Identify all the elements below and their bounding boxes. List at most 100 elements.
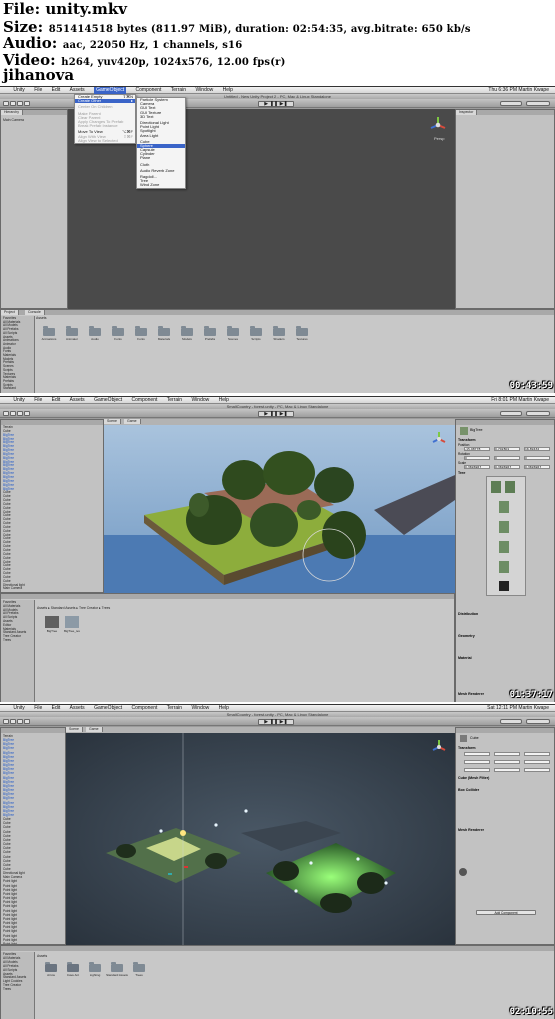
menu-gameobject[interactable]: GameObject [94,87,127,94]
scale-tool-button[interactable] [24,101,30,106]
folder-icon[interactable] [135,326,147,336]
inspector-section-transform[interactable]: Transform [458,438,476,442]
inspector-object-name[interactable]: Cube [470,736,479,740]
folder-icon[interactable] [112,326,124,336]
list-item[interactable]: Trees [3,987,26,992]
menu-item-align-view-to-selected[interactable]: Align View to Selected [75,138,135,143]
folder-icon[interactable] [89,326,101,336]
folder-icon[interactable] [296,326,308,336]
tree-node-icon[interactable] [499,521,509,533]
menu-unity[interactable]: Unity [13,87,24,94]
hand-tool-button[interactable] [3,101,9,106]
menu-component[interactable]: Component [132,705,158,712]
rotate-tool-button[interactable] [17,719,23,724]
tree-node-icon[interactable] [499,541,509,553]
menu-edit[interactable]: Edit [52,705,61,712]
inspector-section-mesh-renderer[interactable]: Mesh Renderer [458,828,484,832]
menu-assets[interactable]: Assets [70,705,85,712]
list-item[interactable]: Trees [3,638,26,643]
layers-dropdown[interactable] [500,719,522,724]
rot-z-field[interactable] [524,760,550,764]
inspector-section-mesh-renderer[interactable]: Mesh Renderer [458,692,484,696]
menu-unity[interactable]: Unity [13,705,24,712]
rotate-tool-button[interactable] [17,101,23,106]
menu-help[interactable]: Help [223,87,233,94]
menu-file[interactable]: File [34,705,42,712]
tree-node-icon[interactable] [499,501,509,513]
inspector-section-box-collider[interactable]: Box Collider [458,788,479,792]
folder-icon[interactable] [250,326,262,336]
breadcrumb-item[interactable]: Trees [102,606,111,610]
inspector-section-geometry[interactable]: Geometry [458,634,475,638]
menu-help[interactable]: Help [219,705,229,712]
list-item[interactable]: Standard [3,387,20,391]
scene-viewport[interactable]: Scene Game [104,419,455,593]
pos-z-field[interactable]: 16.89432 [524,447,550,451]
tab-game[interactable]: Game [124,419,141,424]
menu-help[interactable]: Help [219,397,229,404]
menu-file[interactable]: File [34,87,42,94]
rot-y-field[interactable]: 0 [494,456,520,460]
scale-tool-button[interactable] [24,411,30,416]
menu-gameobject[interactable]: GameObject [94,705,122,712]
tab-scene[interactable]: Scene [66,727,83,732]
inspector-object-name[interactable]: BigTree [470,428,482,432]
folder-icon[interactable] [133,962,145,972]
folder-icon[interactable] [89,962,101,972]
menu-gameobject[interactable]: GameObject [94,397,122,404]
scale-x-field[interactable] [464,768,490,772]
folder-icon[interactable] [66,326,78,336]
tree-node-icon[interactable] [499,561,509,573]
menu-window[interactable]: Window [191,705,209,712]
submenu-item-wind-zone[interactable]: Wind Zone [137,183,185,187]
project-tree-list[interactable]: Favorites All Materials All Models All Pref… [3,952,26,992]
unity-asset-icon[interactable] [45,962,57,972]
layout-dropdown[interactable] [526,719,550,724]
menu-terrain[interactable]: Terrain [167,397,182,404]
folder-icon[interactable] [204,326,216,336]
inspector-section-transform[interactable]: Transform [458,746,476,750]
point-light-icon[interactable] [244,809,248,813]
tree-node-icon[interactable] [505,481,515,493]
folder-icon[interactable] [273,326,285,336]
menu-terrain[interactable]: Terrain [167,705,182,712]
rotate-tool-button[interactable] [17,411,23,416]
play-controls[interactable]: ▶ ❚❚ ▶❚ [258,719,294,725]
bigtree-texture-folder-icon[interactable] [65,616,79,628]
menu-terrain[interactable]: Terrain [171,87,186,94]
project-breadcrumb[interactable]: Assets [37,954,47,958]
scale-x-field[interactable]: 0.3696967 [464,465,490,469]
folder-icon[interactable] [181,326,193,336]
scene-viewport[interactable]: Scene Game [66,727,455,945]
inspector-section-mesh-filter[interactable]: Cube (Mesh Filter) [458,776,489,780]
move-tool-button[interactable] [10,101,16,106]
play-controls[interactable]: ▶ ❚❚ ▶❚ [258,101,294,107]
menu-window[interactable]: Window [195,87,213,94]
hierarchy-list[interactable]: Terrain Cube BigTree BigTree BigTree BigTree B… [3,425,25,591]
menu-unity[interactable]: Unity [13,397,24,404]
hand-tool-button[interactable] [3,719,9,724]
tab-game[interactable]: Game [86,727,103,732]
point-light-icon[interactable] [384,881,388,885]
pos-x-field[interactable] [464,752,490,756]
menu-component[interactable]: Component [132,397,158,404]
folder-icon[interactable] [227,326,239,336]
add-component-button[interactable]: Add Component [476,910,536,915]
scale-y-field[interactable] [494,768,520,772]
hierarchy-item[interactable]: Main Camera [3,118,24,123]
move-handle-z[interactable] [168,873,172,875]
pos-y-field[interactable]: 0.702801 [494,447,520,451]
inspector-section-tree[interactable]: Tree [458,471,465,475]
menu-assets[interactable]: Assets [70,87,85,94]
bigtree-prefab-icon[interactable] [45,616,59,628]
pos-y-field[interactable] [494,752,520,756]
menu-edit[interactable]: Edit [52,397,61,404]
point-light-icon[interactable] [159,829,163,833]
scale-z-field[interactable] [524,768,550,772]
breadcrumb-item[interactable]: Assets [37,606,47,610]
rot-x-field[interactable]: 0 [464,456,490,460]
layout-dropdown[interactable] [526,411,550,416]
hand-tool-button[interactable] [3,411,9,416]
menu-file[interactable]: File [34,397,42,404]
pos-x-field[interactable]: -15.98778 [464,447,490,451]
